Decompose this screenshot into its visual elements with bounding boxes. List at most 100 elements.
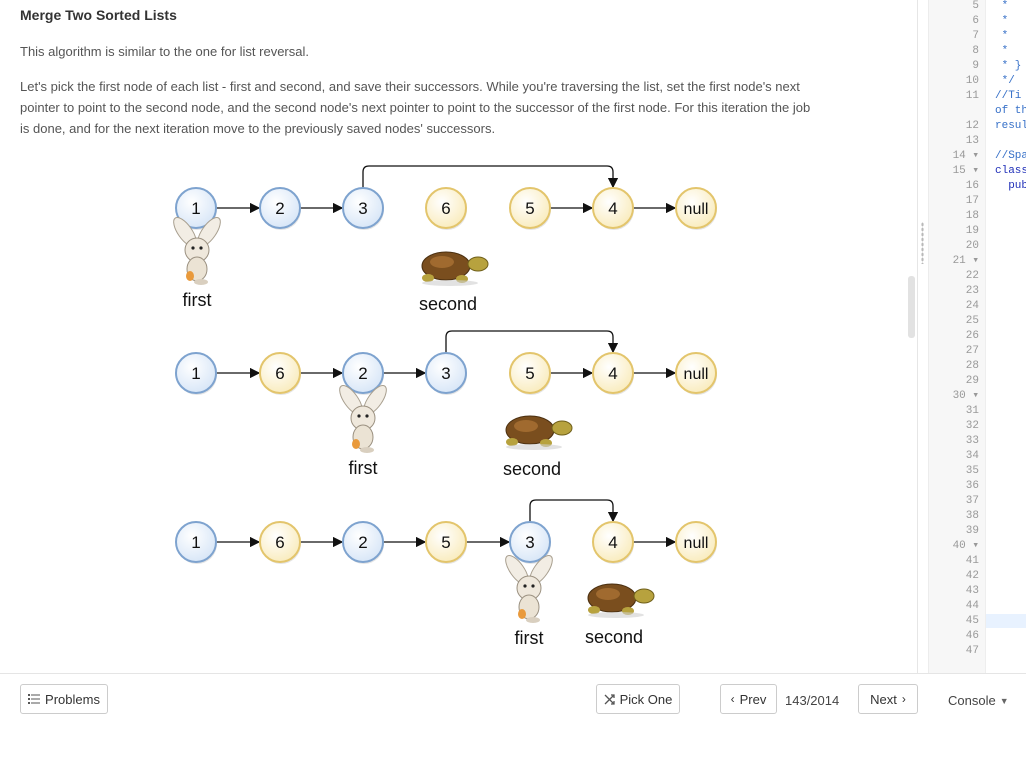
code-fragment: * (995, 0, 1009, 12)
line-number: 19 (965, 225, 979, 237)
code-fragment: //Ti (995, 90, 1022, 102)
list-node: 6 (425, 187, 467, 230)
line-number: 5 (972, 0, 979, 12)
line-number: 17 (965, 195, 979, 207)
chevron-left-icon: ‹ (730, 692, 735, 706)
line-number: 38 (965, 510, 979, 522)
line-number: 24 (965, 300, 979, 312)
code-fragment: * (995, 30, 1009, 42)
merge-diagram-svg: 1 2 3 6 5 4 null 1 6 2 3 5 4 null 1 6 2 5 3 4 null first secon… (173, 165, 717, 648)
code-fragment: of th (995, 105, 1026, 117)
line-number: 15 ▾ (952, 165, 979, 177)
node-value: null (684, 535, 709, 552)
node-value: null (684, 366, 709, 383)
list-node: 1 (175, 352, 217, 395)
console-toggle[interactable]: Console ▼ (948, 693, 1009, 708)
line-number: 25 (965, 315, 979, 327)
line-number: 32 (965, 420, 979, 432)
node-value: 2 (275, 199, 284, 218)
line-number: 34 (965, 450, 979, 462)
next-label: Next (870, 691, 897, 707)
list-node: 5 (509, 187, 551, 230)
problems-button[interactable]: Problems (20, 684, 108, 714)
node-value: 1 (191, 533, 200, 552)
list-node: 6 (259, 521, 301, 564)
node-value: 2 (358, 364, 367, 383)
reroute-pointer-arrow (529, 499, 619, 523)
line-number: 26 (965, 330, 979, 342)
code-fragment: */ (995, 75, 1015, 87)
prev-button[interactable]: ‹ Prev (720, 684, 777, 714)
node-value: 6 (441, 199, 450, 218)
prev-label: Prev (739, 691, 767, 707)
code-editor[interactable]: 5 6 7 8 9 10 11 12 13 14 ▾ 15 ▾ 16 17 18 19 20 21 ▾ 22 23 2… (928, 0, 1026, 673)
pane-divider (917, 0, 918, 673)
node-value: 4 (608, 364, 617, 383)
node-value: 6 (275, 533, 284, 552)
turtle-second-pointer: second (419, 251, 489, 314)
code-fragment: * (995, 15, 1009, 27)
line-number: 28 (965, 360, 979, 372)
second-label: second (585, 627, 643, 647)
reroute-pointer-arrow (445, 330, 619, 354)
pick-one-button[interactable]: Pick One (596, 684, 680, 714)
node-value: 3 (525, 533, 534, 552)
line-number-gutter: 5 6 7 8 9 10 11 12 13 14 ▾ 15 ▾ 16 17 18 19 20 21 ▾ 22 23 2… (929, 0, 986, 673)
rabbit-first-pointer: first (505, 555, 553, 648)
node-value: 5 (441, 533, 450, 552)
line-number: 33 (965, 435, 979, 447)
line-number: 36 (965, 480, 979, 492)
line-number: 16 (965, 180, 979, 192)
node-value: 3 (441, 364, 450, 383)
line-number: 9 (972, 60, 979, 72)
node-value: 3 (358, 199, 367, 218)
node-value: 1 (191, 199, 200, 218)
list-node: null (675, 187, 717, 230)
line-number: 8 (972, 45, 979, 57)
line-number: 27 (965, 345, 979, 357)
pick-one-label: Pick One (619, 691, 673, 707)
rabbit-first-pointer: first (339, 385, 387, 478)
line-number: 37 (965, 495, 979, 507)
line-number: 46 (965, 630, 979, 642)
code-fragment: * } (995, 60, 1022, 72)
line-number: 18 (965, 210, 979, 222)
code-fragment: //Spa (995, 150, 1026, 162)
node-value: 2 (358, 533, 367, 552)
line-number: 39 (965, 525, 979, 537)
line-number: 21 ▾ (952, 255, 979, 267)
line-number: 43 (965, 585, 979, 597)
shuffle-icon (604, 693, 615, 705)
list-icon (28, 694, 41, 704)
line-number: 10 (965, 75, 979, 87)
line-number: 6 (972, 15, 979, 27)
first-label: first (515, 628, 544, 648)
next-button[interactable]: Next › (858, 684, 918, 714)
first-label: first (349, 458, 378, 478)
node-value: 5 (525, 364, 534, 383)
intro-paragraph: This algorithm is similar to the one for… (20, 44, 309, 59)
line-number: 11 (965, 90, 979, 102)
list-node: 4 (592, 521, 634, 564)
code-fragment: resul (995, 120, 1026, 132)
problem-description-pane: Merge Two Sorted Lists This algorithm is… (0, 0, 917, 673)
line-number: 29 (965, 375, 979, 387)
first-label: first (183, 290, 212, 310)
list-node: 4 (592, 352, 634, 395)
line-number: 13 (965, 135, 979, 147)
node-value: 4 (608, 199, 617, 218)
explanation-line-2: pointer to point to the second node, and… (20, 100, 811, 115)
turtle-second-pointer: second (503, 415, 573, 479)
line-number: 47 (965, 645, 979, 657)
line-number: 40 ▾ (952, 540, 979, 552)
code-fragment: pub (995, 180, 1026, 192)
line-number: 42 (965, 570, 979, 582)
pane-resize-handle[interactable] (921, 222, 924, 264)
description-scrollbar[interactable] (908, 276, 915, 338)
problems-label: Problems (45, 691, 100, 707)
line-number: 7 (972, 30, 979, 42)
node-value: 6 (275, 364, 284, 383)
node-value: null (684, 201, 709, 218)
bottom-toolbar: Problems Pick One ‹ Prev 143/2014 Next ›… (0, 673, 1026, 766)
list-node: 5 (509, 352, 551, 395)
